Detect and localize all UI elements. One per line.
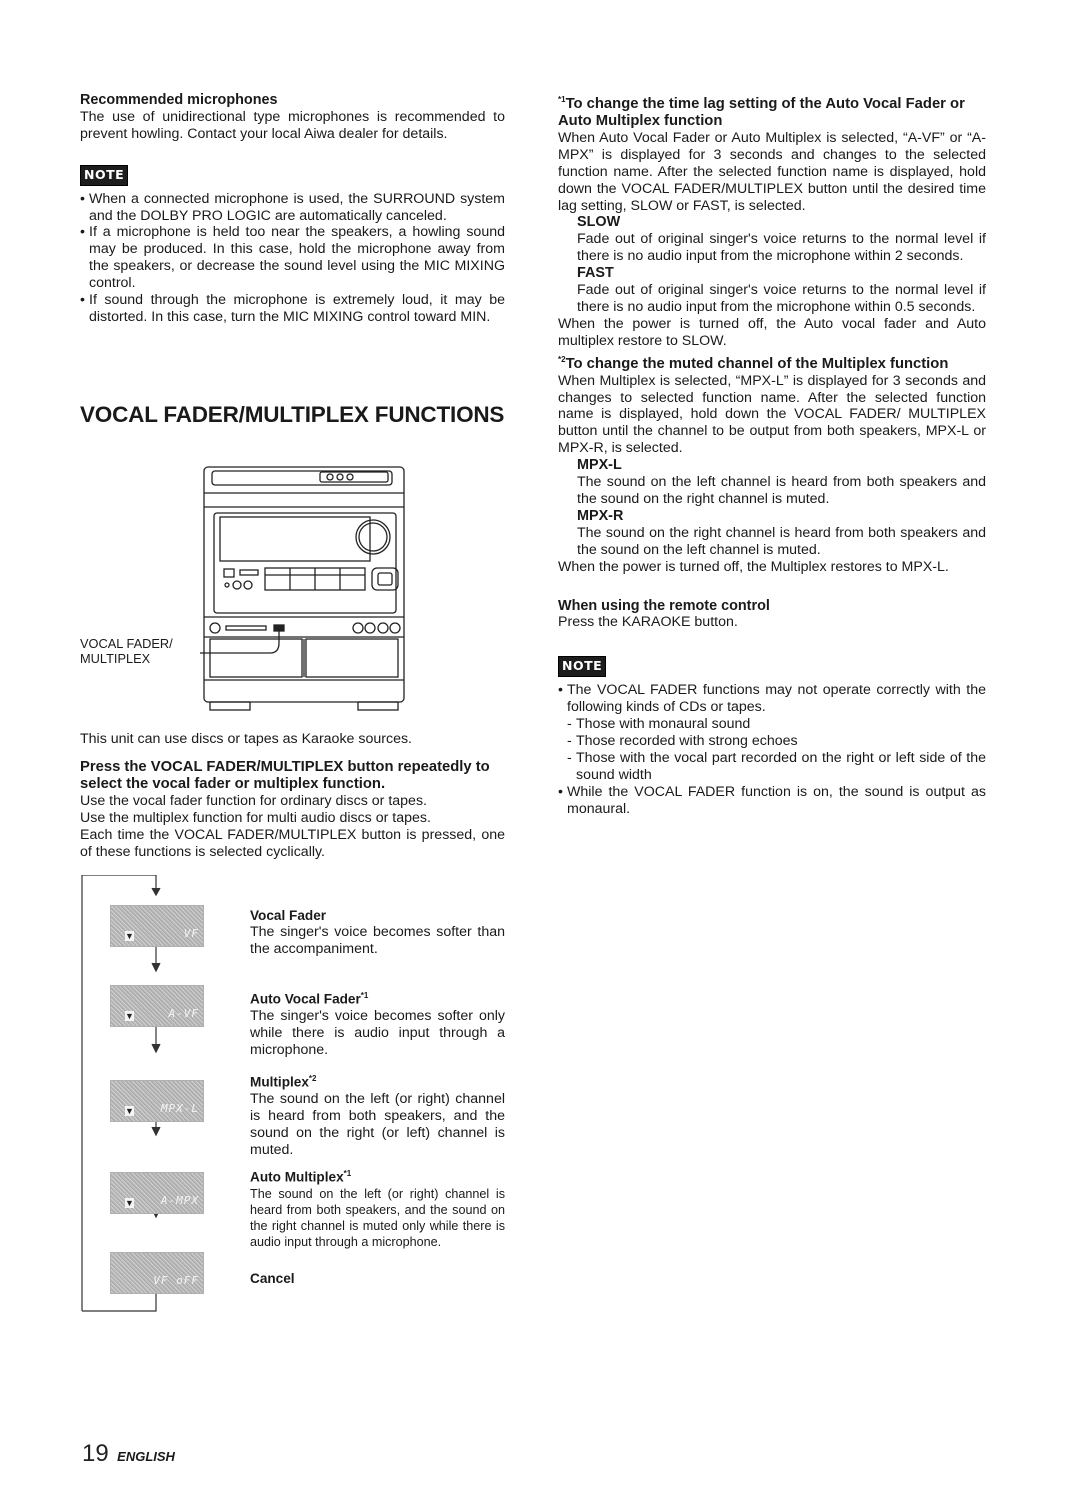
device-display-window [219, 516, 371, 562]
display-panel-auto-multiplex: ▼ A-MPX [110, 1172, 204, 1214]
section-title: VOCAL FADER/MULTIPLEX FUNCTIONS [80, 402, 505, 427]
cd-tape-kinds-list: Those with monaural sound Those recorded… [567, 716, 986, 784]
footnote-marker: *2 [558, 354, 566, 364]
note-list: When a connected microphone is used, the… [80, 191, 505, 326]
slow-heading: SLOW [577, 214, 621, 231]
callout-label-line1: VOCAL FADER/ [80, 636, 173, 651]
flow-item-auto-vocal-fader: Auto Vocal Fader*1 The singer's voice be… [250, 987, 505, 1059]
volume-knob-icon [355, 519, 391, 555]
recommended-microphones-heading: Recommended microphones [80, 92, 278, 108]
page-language: ENGLISH [117, 1449, 175, 1464]
footnote2-heading: To change the muted channel of the Multi… [565, 355, 949, 372]
flow-item-desc: The singer's voice becomes softer only w… [250, 1007, 505, 1058]
remote-control-heading: When using the remote control [558, 597, 770, 614]
footnote1-footer: When the power is turned off, the Auto v… [558, 315, 986, 349]
footnote1-body: When Auto Vocal Fader or Auto Multiplex … [558, 129, 986, 214]
karaoke-intro: This unit can use discs or tapes as Kara… [80, 731, 412, 747]
display-readout: VF oFF [153, 1274, 199, 1287]
note-list: The VOCAL FADER functions may not operat… [558, 682, 986, 817]
flow-item-title: Cancel [250, 1271, 295, 1286]
recommended-microphones-body: The use of unidirectional type microphon… [80, 108, 505, 142]
cassette-deck-right [305, 638, 399, 678]
footnote2-footer: When the power is turned off, the Multip… [558, 558, 949, 575]
note-badge: NOTE [558, 656, 607, 678]
footnote-ref: *1 [360, 991, 369, 1000]
microphone-icon: ▼ [125, 1106, 134, 1116]
note-block: NOTE When a connected microphone is used… [80, 164, 505, 326]
flow-item-vocal-fader: Vocal Fader The singer's voice becomes s… [250, 907, 505, 958]
page-footer: 19 ENGLISH [82, 1440, 175, 1468]
mpxl-body: The sound on the left channel is heard f… [577, 474, 986, 507]
footnote-marker: *1 [558, 95, 566, 104]
list-item: Those with the vocal part recorded on th… [567, 750, 986, 784]
stereo-system-illustration [200, 466, 405, 711]
flow-item-desc: The sound on the left (or right) channel… [250, 1186, 505, 1249]
flow-item-cancel: Cancel [250, 1270, 505, 1287]
list-item: Those with monaural sound [567, 716, 986, 733]
footnote1-heading: To change the time lag setting of the Au… [558, 95, 965, 129]
microphone-icon: ▼ [125, 1011, 134, 1021]
remote-control-body: Press the KARAOKE button. [558, 614, 738, 631]
mpxl-heading: MPX-L [577, 457, 622, 474]
flow-item-title: Multiplex [250, 1074, 309, 1090]
body-line: Use the multiplex function for multi aud… [80, 809, 431, 826]
flow-item-multiplex: Multiplex*2 The sound on the left (or ri… [250, 1070, 505, 1159]
body-line: Each time the VOCAL FADER/MULTIPLEX butt… [80, 826, 505, 860]
footnote-ref: *2 [308, 1074, 317, 1083]
display-panel-multiplex: ▼ MPX-L [110, 1080, 204, 1122]
slow-body: Fade out of original singer's voice retu… [577, 231, 986, 265]
arrow-down-icon [151, 962, 161, 973]
note-item: While the VOCAL FADER function is on, th… [558, 784, 986, 818]
callout-leader-line [200, 631, 280, 654]
flow-item-desc: The sound on the left (or right) channel… [250, 1090, 505, 1158]
function-intro: This unit can use discs or tapes as Kara… [80, 731, 505, 861]
note-item: When a connected microphone is used, the… [80, 191, 505, 225]
flow-item-title: Auto Vocal Fader [250, 991, 361, 1007]
body-line: Use the vocal fader function for ordinar… [80, 792, 427, 809]
recommended-microphones-section: Recommended microphones The use of unidi… [80, 92, 505, 326]
flow-top-connector [82, 875, 157, 893]
page-number: 19 [82, 1440, 109, 1467]
flow-item-title: Auto Multiplex [250, 1169, 344, 1185]
arrow-down-icon [151, 1126, 161, 1137]
display-readout: A-MPX [160, 1194, 199, 1207]
arrow-down-icon [151, 1043, 161, 1054]
note-item: The VOCAL FADER functions may not operat… [558, 682, 986, 783]
display-readout: MPX-L [160, 1102, 199, 1115]
cassette-deck-left [209, 638, 303, 678]
instruction-step: Press the VOCAL FADER/MULTIPLEX button r… [80, 758, 490, 792]
display-readout: VF [183, 927, 199, 940]
flow-item-auto-multiplex: Auto Multiplex*1 The sound on the left (… [250, 1165, 505, 1250]
fast-heading: FAST [577, 265, 614, 282]
note-badge: NOTE [80, 164, 129, 186]
fast-body: Fade out of original singer's voice retu… [577, 282, 986, 315]
note-item-text: The VOCAL FADER functions may not operat… [567, 682, 986, 716]
display-panel-vocal-fader: ▼ VF [110, 905, 204, 947]
note-item: If sound through the microphone is extre… [80, 292, 505, 326]
microphone-icon: ▼ [125, 1198, 134, 1208]
right-column: *1To change the time lag setting of the … [558, 91, 986, 817]
display-panel-auto-vocal-fader: ▼ A-VF [110, 985, 204, 1027]
note-item: If a microphone is held too near the spe… [80, 224, 505, 292]
callout-label-line2: MULTIPLEX [80, 651, 151, 666]
list-item: Those recorded with strong echoes [567, 733, 986, 750]
note-block-right: NOTE The VOCAL FADER functions may not o… [558, 656, 986, 817]
display-readout: A-VF [168, 1007, 199, 1020]
footnote2-body: When Multiplex is selected, “MPX-L” is d… [558, 372, 986, 457]
vocal-fader-multiplex-callout: VOCAL FADER/ MULTIPLEX [80, 636, 173, 666]
flow-item-title: Vocal Fader [250, 908, 327, 923]
microphone-icon: ▼ [125, 931, 134, 941]
mpxr-body: The sound on the right channel is heard … [577, 524, 986, 558]
flow-item-desc: The singer's voice becomes softer than t… [250, 924, 505, 957]
vocal-fader-multiplex-button [273, 624, 285, 632]
mpxr-heading: MPX-R [577, 507, 624, 524]
footnote-ref: *1 [343, 1169, 352, 1178]
display-panel-cancel: VF oFF [110, 1252, 204, 1294]
